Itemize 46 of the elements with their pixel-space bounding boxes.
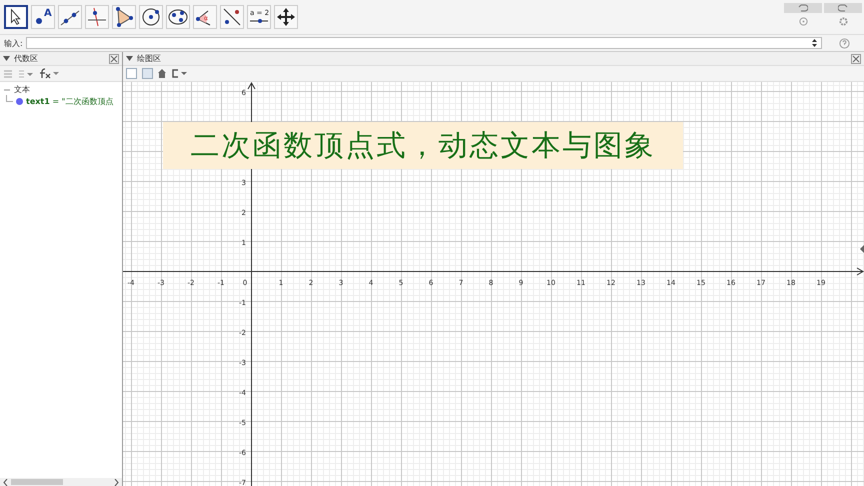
redo-arrow-icon [838,4,848,12]
input-field[interactable] [26,37,822,49]
perpendicular-lines-icon [86,6,108,28]
expand-panel-icon[interactable] [860,245,864,253]
point-reflection-icon [221,6,243,28]
polygon-tool-button[interactable] [112,5,136,29]
panel-title: 绘图区 [137,53,162,64]
four-way-arrow-icon [275,6,297,28]
axes-toggle-icon[interactable] [126,68,137,79]
undo-arrow-icon [798,4,808,12]
object-definition[interactable]: text1 = "二次函数顶点 [26,96,114,106]
collapse-icon[interactable] [126,56,133,61]
visibility-dot[interactable] [16,98,23,104]
sort-icon[interactable] [18,68,34,78]
close-icon[interactable] [109,54,119,64]
perpendicular-tool-button[interactable] [85,5,109,29]
redo-button[interactable] [824,2,862,12]
point-capture-icon[interactable] [171,69,187,78]
help-icon[interactable] [838,38,850,48]
grid-toggle-icon[interactable] [142,68,153,79]
collapse-toggle-icon[interactable] [4,86,10,92]
scroll-left-icon[interactable] [3,478,8,486]
tree-node-label[interactable]: 文本 [14,84,30,95]
history-arrows-icon[interactable] [812,39,817,47]
home-icon[interactable] [158,69,166,78]
line-tool-button[interactable] [58,5,82,29]
move-tool-button[interactable] [4,5,28,29]
close-icon[interactable] [851,54,861,64]
conic-tool-button[interactable] [166,5,190,29]
panel-title: 代数区 [14,53,39,64]
reflect-tool-button[interactable] [220,5,244,29]
move-view-tool-button[interactable] [274,5,298,29]
function-icon[interactable] [39,68,61,79]
circle-with-center-icon [140,6,162,28]
triangle-icon [113,6,135,28]
text-object[interactable]: 二次函数顶点式，动态文本与图象 [163,122,683,169]
collapse-icon[interactable] [3,56,10,61]
scroll-right-icon[interactable] [114,478,119,486]
circle-tool-button[interactable] [139,5,163,29]
scrollbar-thumb[interactable] [11,479,63,485]
point-tool-button[interactable]: A [31,5,55,29]
undo-button[interactable] [784,2,822,12]
horizontal-scrollbar[interactable] [0,478,122,486]
input-label: 输入: [4,38,23,48]
help-icon[interactable] [798,16,808,26]
settings-icon[interactable] [838,16,848,26]
